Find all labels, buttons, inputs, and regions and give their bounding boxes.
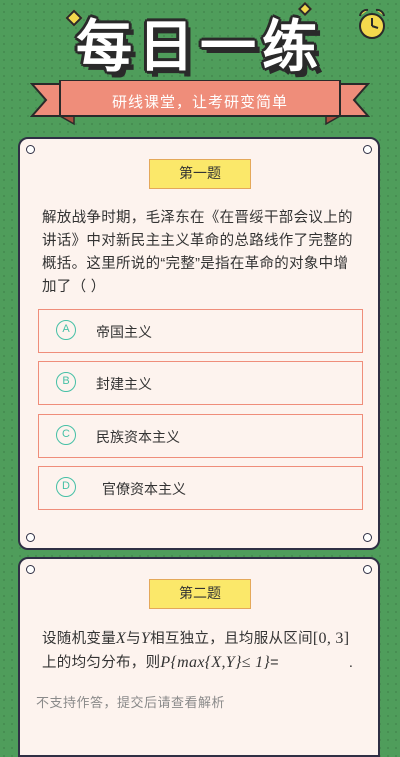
page-title: 每日一练 bbox=[76, 15, 324, 80]
option-label: 民族资本主义 bbox=[96, 429, 180, 445]
answer-hint: 不支持作答，提交后请查看解析 bbox=[36, 695, 226, 710]
text-part: 与 bbox=[126, 631, 141, 647]
option-letter: B bbox=[56, 372, 76, 392]
option-d[interactable]: D 官僚资本主义 bbox=[38, 466, 363, 510]
math-formula: P{max{X,Y}≤ 1} bbox=[160, 654, 271, 671]
alarm-clock-icon bbox=[359, 8, 385, 39]
question-text: 设随机变量X与Y相互独立，且均服从区间[0, 3] 上的均匀分布，则P{max{X… bbox=[42, 627, 362, 675]
question-number-badge: 第一题 bbox=[149, 159, 251, 189]
option-b[interactable]: B 封建主义 bbox=[38, 361, 363, 405]
text-part: = bbox=[270, 655, 279, 671]
option-letter: C bbox=[56, 425, 76, 445]
text-part: . bbox=[348, 655, 354, 671]
question-number-badge: 第二题 bbox=[149, 579, 251, 609]
math-var-y: Y bbox=[140, 630, 151, 647]
corner-dot bbox=[363, 145, 372, 154]
option-label: 官僚资本主义 bbox=[102, 481, 186, 497]
option-label: 封建主义 bbox=[96, 376, 152, 392]
math-var-x: X bbox=[116, 630, 127, 647]
slogan-text: 研线课堂，让考研变简单 bbox=[111, 94, 288, 111]
question-card-1: 第一题 解放战争时期，毛泽东在《在晋绥干部会议上的讲话》中对新民主主义革命的总路… bbox=[18, 137, 380, 550]
option-label: 帝国主义 bbox=[96, 324, 152, 340]
option-letter: A bbox=[56, 320, 76, 340]
text-part: 设随机变量 bbox=[42, 631, 116, 647]
text-part: 上的均匀分布，则 bbox=[42, 655, 161, 671]
math-interval: [0, 3] bbox=[312, 630, 350, 647]
corner-dot bbox=[363, 565, 372, 574]
corner-dot bbox=[26, 565, 35, 574]
header: 每日一练 研线课堂，让考研变简单 bbox=[0, 0, 400, 135]
option-a[interactable]: A 帝国主义 bbox=[38, 309, 363, 353]
corner-dot bbox=[26, 533, 35, 542]
question-card-2: 第二题 设随机变量X与Y相互独立，且均服从区间[0, 3] 上的均匀分布，则P{m… bbox=[18, 557, 380, 757]
corner-dot bbox=[26, 145, 35, 154]
question-text: 解放战争时期，毛泽东在《在晋绥干部会议上的讲话》中对新民主主义革命的总路线作了完… bbox=[42, 210, 353, 295]
option-c[interactable]: C 民族资本主义 bbox=[38, 414, 363, 458]
option-letter: D bbox=[56, 477, 76, 497]
corner-dot bbox=[363, 533, 372, 542]
text-part: 相互独立，且均服从区间 bbox=[150, 631, 313, 647]
